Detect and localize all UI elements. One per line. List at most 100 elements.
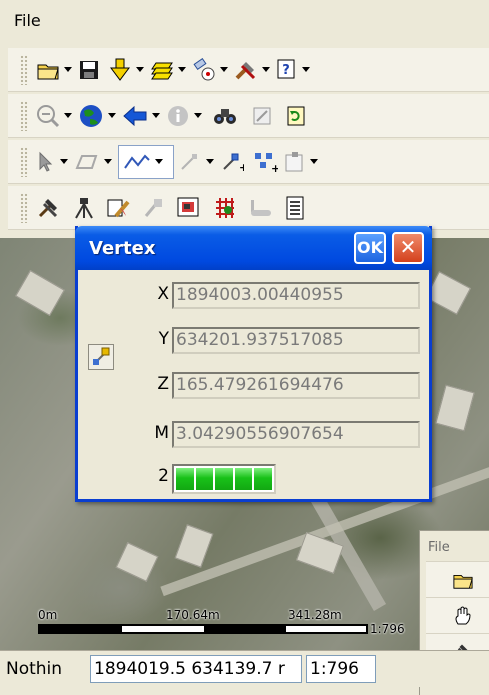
dialog-titlebar[interactable]: Vertex OK ✕	[75, 226, 432, 270]
menu-bar: File	[0, 0, 489, 40]
snap-gps-button[interactable]	[88, 344, 114, 370]
toolbars: ? + +	[0, 40, 489, 238]
polygon-dropdown-caret[interactable]	[104, 159, 112, 164]
gps-dropdown-caret[interactable]	[220, 67, 228, 72]
scale-bar-graphic	[38, 624, 368, 634]
tools-icon[interactable]	[234, 53, 258, 87]
back-dropdown-caret[interactable]	[152, 113, 160, 118]
grid-icon[interactable]	[212, 191, 238, 225]
attributes-icon[interactable]	[284, 145, 306, 179]
globe-dropdown-caret[interactable]	[108, 113, 116, 118]
secondary-toolbar-row	[426, 561, 489, 597]
scale-bar: 0m 170.64m 341.28m 1:796	[38, 608, 405, 648]
quality-block	[176, 468, 194, 490]
field-value-x[interactable]: 1894003.00440955	[172, 282, 420, 309]
back-arrow-icon[interactable]	[122, 99, 148, 133]
gps-icon[interactable]	[192, 53, 216, 87]
zoom-dropdown-caret[interactable]	[64, 113, 72, 118]
select-dropdown-caret[interactable]	[60, 159, 68, 164]
toolbar-editing: + +	[8, 140, 489, 184]
add-data-icon[interactable]	[108, 53, 132, 87]
survey-icon[interactable]	[72, 191, 96, 225]
field-value-y[interactable]: 634201.937517085	[172, 327, 420, 354]
zoom-icon[interactable]	[36, 99, 60, 133]
bathtub-icon[interactable]	[248, 191, 274, 225]
quality-block	[215, 468, 233, 490]
field-row-m: M 3.04290556907654	[78, 419, 429, 449]
map-building	[174, 524, 214, 568]
document-icon[interactable]	[284, 191, 306, 225]
hammer-wrench-icon[interactable]	[36, 191, 60, 225]
vertex-dropdown-caret[interactable]	[206, 159, 214, 164]
extent-icon[interactable]	[252, 99, 272, 133]
field-value-m[interactable]: 3.04290556907654	[172, 421, 420, 448]
status-scale: 1:796	[306, 655, 376, 683]
field-label-x: X	[157, 284, 169, 304]
attributes-dropdown-caret[interactable]	[310, 159, 318, 164]
vertex-dialog: Vertex OK ✕ X 1894003.00440955 Y 634201.…	[75, 226, 432, 502]
info-dropdown-caret[interactable]	[194, 113, 202, 118]
field-row-quality: 2	[78, 462, 429, 494]
dialog-title: Vertex	[89, 238, 156, 259]
toolbar-grip[interactable]	[20, 54, 28, 85]
map-building	[435, 384, 475, 432]
toolbar-grip[interactable]	[20, 146, 28, 177]
scale-segment	[204, 626, 286, 632]
refresh-icon[interactable]	[286, 99, 306, 133]
secondary-file-menu[interactable]: File	[428, 540, 450, 555]
help-dropdown-caret[interactable]	[302, 67, 310, 72]
quality-block	[195, 468, 214, 490]
map-building	[15, 270, 65, 316]
add-vertex-icon[interactable]: +	[220, 145, 244, 179]
field-label-z: Z	[157, 374, 169, 394]
select-arrow-icon[interactable]	[36, 145, 56, 179]
scale-ratio: 1:796	[370, 622, 405, 636]
scale-segment	[40, 626, 122, 632]
field-row-y: Y 634201.937517085	[78, 325, 429, 355]
pan-hand-icon[interactable]	[452, 606, 474, 626]
status-bar: Nothin 1894019.5 634139.7 r 1:796	[0, 650, 489, 687]
edit-pencil-icon[interactable]	[106, 191, 132, 225]
sketch-icon[interactable]	[142, 191, 166, 225]
field-label-quality: 2	[158, 466, 169, 486]
svg-text:+: +	[271, 162, 278, 174]
toolbar-grip[interactable]	[20, 100, 28, 131]
edit-vertices-icon[interactable]: +	[252, 145, 278, 179]
polygon-icon[interactable]	[74, 145, 100, 179]
open-folder-icon[interactable]	[36, 53, 60, 87]
quality-meter	[172, 464, 276, 494]
field-value-z[interactable]: 165.479261694476	[172, 372, 420, 399]
scale-label-1: 170.64m	[166, 608, 220, 622]
toolbar-survey	[8, 186, 489, 230]
save-icon[interactable]	[78, 53, 100, 87]
map-red-icon[interactable]	[176, 191, 202, 225]
globe-icon[interactable]	[78, 99, 104, 133]
map-building	[115, 542, 159, 582]
svg-text:+: +	[239, 161, 244, 173]
vertex-tool-icon[interactable]	[178, 145, 202, 179]
info-icon[interactable]	[166, 99, 190, 133]
close-button[interactable]: ✕	[392, 232, 424, 264]
find-icon[interactable]	[212, 99, 238, 133]
toolbar-grip[interactable]	[20, 192, 28, 223]
file-menu[interactable]: File	[14, 11, 41, 30]
quality-block	[254, 468, 272, 490]
scale-label-0: 0m	[38, 608, 58, 622]
polyline-dropdown-caret[interactable]	[155, 159, 163, 164]
layers-icon[interactable]	[150, 53, 174, 87]
field-row-z: Z 165.479261694476	[78, 370, 429, 400]
ok-button[interactable]: OK	[354, 232, 386, 264]
status-coordinates: 1894019.5 634139.7 r	[90, 655, 302, 683]
secondary-toolbar-row	[426, 597, 489, 633]
help-icon[interactable]: ?	[276, 53, 298, 87]
add-data-dropdown-caret[interactable]	[136, 67, 144, 72]
field-label-m: M	[154, 423, 169, 443]
quality-block	[234, 468, 253, 490]
open-dropdown-caret[interactable]	[64, 67, 72, 72]
tools-dropdown-caret[interactable]	[262, 67, 270, 72]
layers-dropdown-caret[interactable]	[178, 67, 186, 72]
scale-label-2: 341.28m	[288, 608, 342, 622]
svg-text:?: ?	[282, 63, 290, 78]
polyline-icon[interactable]	[118, 144, 174, 179]
open-folder-icon[interactable]	[452, 570, 474, 590]
